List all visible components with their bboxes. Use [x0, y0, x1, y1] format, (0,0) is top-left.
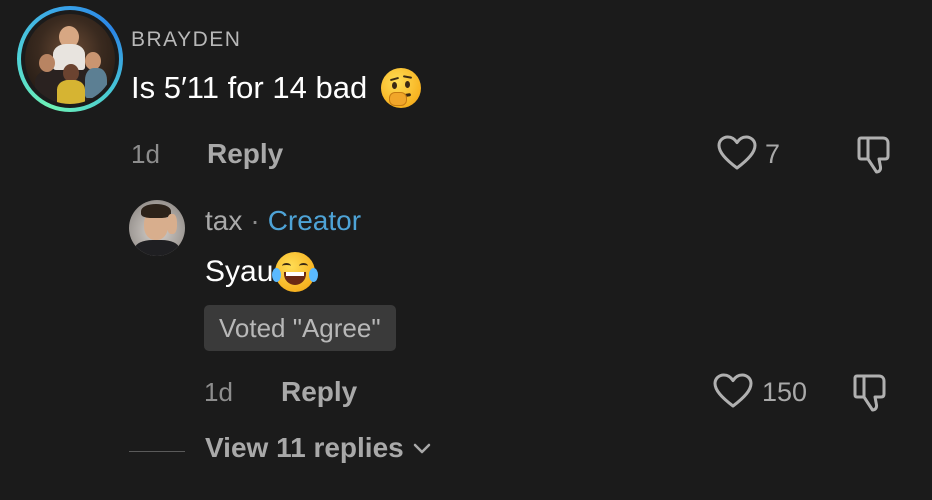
avatar[interactable] — [25, 14, 115, 104]
dislike-icon[interactable] — [855, 134, 895, 174]
reply-author: tax · Creator — [205, 205, 361, 237]
vote-badge: Voted "Agree" — [204, 305, 396, 351]
comment-reply-button[interactable]: Reply — [207, 138, 283, 170]
reply-like-count: 150 — [762, 377, 808, 407]
comment-username[interactable]: BRAYDEN — [131, 28, 241, 52]
view-replies-label: View 11 replies — [205, 432, 404, 463]
comment-text: Is 5′11 for 14 bad — [131, 70, 368, 105]
chevron-down-icon — [413, 443, 430, 454]
comment-like-count: 7 — [765, 139, 781, 169]
reply-body: Syau — [205, 252, 319, 292]
like-heart-icon[interactable] — [717, 135, 757, 171]
like-heart-icon[interactable] — [713, 373, 753, 409]
comment-body: Is 5′11 for 14 bad — [131, 68, 422, 108]
separator-dot: · — [250, 205, 260, 236]
view-replies-divider — [129, 451, 185, 452]
comment-thread: BRAYDEN Is 5′11 for 14 bad 1d Reply 7 ta… — [0, 0, 932, 500]
reply-avatar[interactable] — [129, 200, 185, 256]
dislike-icon[interactable] — [851, 372, 891, 412]
reply-username[interactable]: tax — [205, 205, 242, 236]
comment-timestamp: 1d — [131, 139, 160, 169]
thinking-face-icon — [381, 68, 422, 108]
avatar-story-ring[interactable] — [17, 6, 123, 112]
creator-badge: Creator — [267, 205, 362, 236]
reply-reply-button[interactable]: Reply — [281, 376, 357, 408]
tears-of-joy-icon — [272, 252, 319, 292]
reply-timestamp: 1d — [204, 377, 233, 407]
view-replies-button[interactable]: View 11 replies — [205, 432, 432, 464]
reply-text: Syau — [205, 255, 274, 288]
